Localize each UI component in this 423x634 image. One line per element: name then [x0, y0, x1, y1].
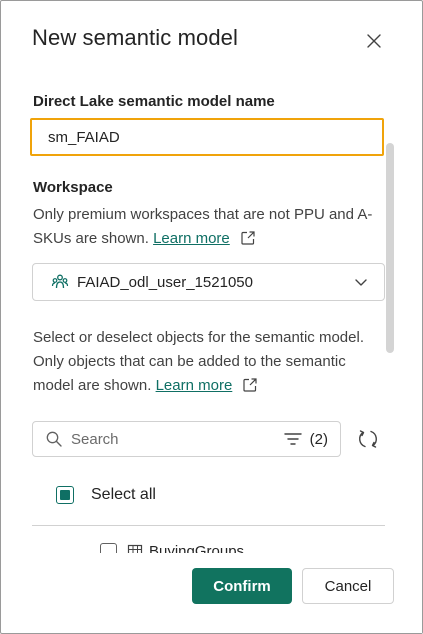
new-semantic-model-dialog: New semantic model Direct Lake semantic …	[0, 0, 423, 634]
chevron-down-icon	[355, 279, 367, 286]
filter-icon	[283, 433, 302, 445]
refresh-icon	[359, 430, 377, 448]
workspace-label: Workspace	[33, 179, 113, 196]
model-name-input[interactable]	[30, 118, 384, 156]
confirm-button[interactable]: Confirm	[192, 568, 292, 604]
refresh-button[interactable]	[356, 427, 380, 451]
filter-count: (2)	[309, 430, 328, 448]
dialog-body: Direct Lake semantic model name Workspac…	[1, 83, 423, 553]
scrollbar-thumb[interactable]	[386, 143, 394, 353]
external-link-icon[interactable]	[240, 230, 256, 246]
model-name-label: Direct Lake semantic model name	[33, 93, 275, 110]
divider	[32, 525, 385, 526]
object-search-box: (2)	[32, 421, 341, 457]
cancel-button[interactable]: Cancel	[302, 568, 394, 604]
close-icon	[367, 34, 381, 48]
workspace-dropdown[interactable]: FAIAD_odl_user_1521050	[32, 263, 385, 301]
table-icon	[127, 544, 143, 553]
search-input[interactable]	[71, 430, 251, 448]
select-all-label: Select all	[91, 486, 156, 503]
close-button[interactable]	[363, 30, 385, 52]
search-icon	[46, 431, 62, 447]
objects-learn-more-link[interactable]: Learn more	[156, 377, 233, 394]
tree-item-label: BuyingGroups	[149, 543, 245, 553]
select-all-checkbox-box[interactable]	[56, 486, 74, 504]
workspace-people-icon	[51, 273, 69, 291]
select-all-checkbox[interactable]: Select all	[56, 486, 156, 504]
external-link-icon[interactable]	[242, 377, 258, 393]
tree-item-checkbox[interactable]	[100, 543, 117, 553]
objects-description: Select or deselect objects for the seman…	[33, 326, 378, 398]
tree-item-buyinggroups[interactable]: BuyingGroups	[100, 543, 244, 553]
dialog-title: New semantic model	[32, 25, 238, 50]
filter-button[interactable]: (2)	[283, 430, 328, 448]
workspace-learn-more-link[interactable]: Learn more	[153, 230, 230, 247]
workspace-description: Only premium workspaces that are not PPU…	[33, 203, 373, 251]
workspace-selected-value: FAIAD_odl_user_1521050	[77, 273, 253, 291]
